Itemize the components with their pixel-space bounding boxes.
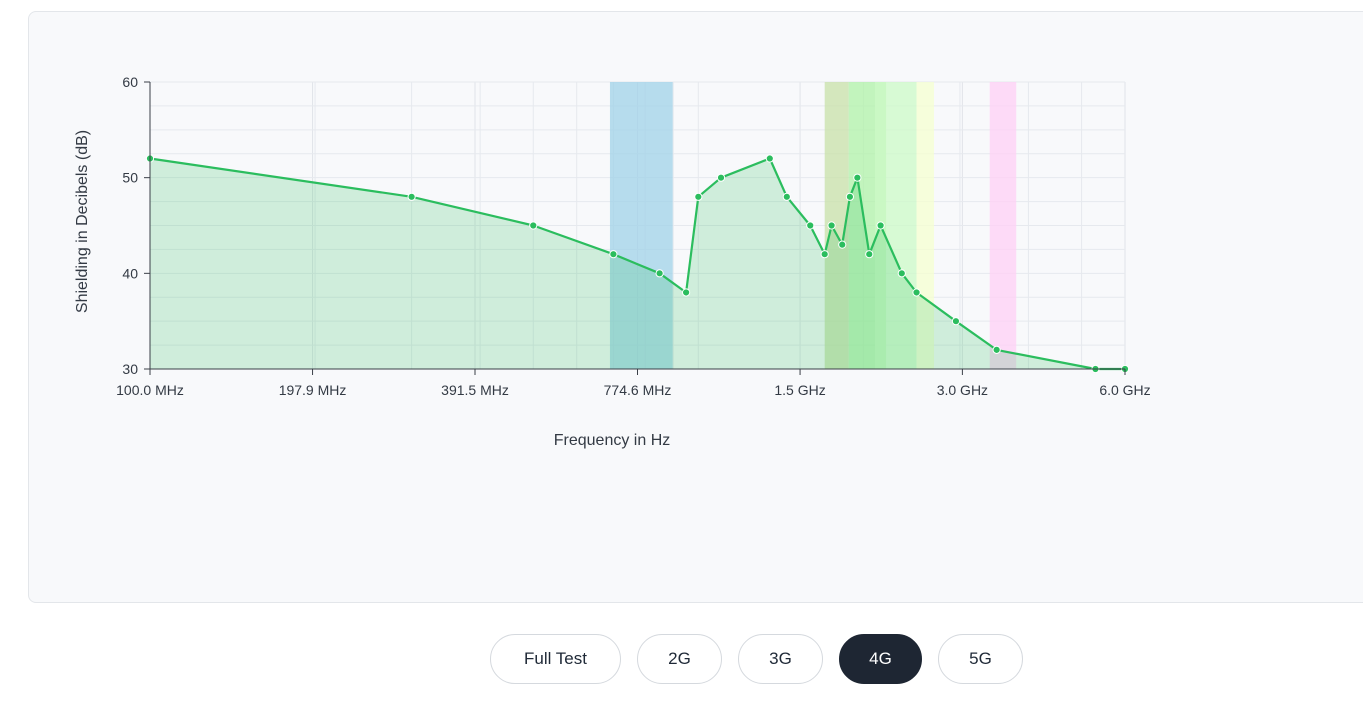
data-point xyxy=(694,192,703,201)
y-axis-title: Shielding in Decibels (dB) xyxy=(74,130,91,313)
x-tick-label: 1.5 GHz xyxy=(774,382,825,398)
data-point xyxy=(820,250,829,259)
frequency-shielding-chart: 30 40 50 60 100.0 MHz 197.9 MHz 391.5 MHz 774.6… xyxy=(74,74,1151,449)
tab-full-test[interactable]: Full Test xyxy=(490,634,621,684)
tab-5g[interactable]: 5G xyxy=(938,634,1023,684)
data-point xyxy=(655,269,664,278)
data-point xyxy=(876,221,885,230)
x-tick-label: 391.5 MHz xyxy=(441,382,509,398)
data-point xyxy=(827,221,836,230)
x-axis-title: Frequency in Hz xyxy=(554,432,671,449)
frequency-band xyxy=(989,82,1017,369)
y-tick-label: 30 xyxy=(122,361,138,377)
data-point xyxy=(865,250,874,259)
data-point xyxy=(716,173,726,182)
data-point xyxy=(609,250,618,259)
data-point xyxy=(529,221,538,230)
data-point xyxy=(951,317,961,326)
x-tick-label: 6.0 GHz xyxy=(1099,382,1150,398)
network-tabs: Full Test 2G 3G 4G 5G xyxy=(0,634,1363,684)
data-point xyxy=(782,192,791,201)
data-point xyxy=(682,288,691,297)
data-point xyxy=(765,154,774,163)
data-point xyxy=(838,240,847,249)
y-tick-label: 40 xyxy=(122,265,138,281)
data-point xyxy=(992,345,1001,354)
x-tick-label: 197.9 MHz xyxy=(279,382,347,398)
x-tick-label: 3.0 GHz xyxy=(937,382,988,398)
data-point xyxy=(407,192,416,201)
tab-2g[interactable]: 2G xyxy=(637,634,722,684)
y-tick-label: 50 xyxy=(122,170,138,186)
data-point xyxy=(897,269,906,278)
x-tick-label: 100.0 MHz xyxy=(116,382,184,398)
data-point xyxy=(845,192,855,201)
data-point xyxy=(806,221,815,230)
chart-card: 30 40 50 60 100.0 MHz 197.9 MHz 391.5 MHz 774.6… xyxy=(28,11,1363,603)
data-point xyxy=(912,288,921,297)
x-tick-label: 774.6 MHz xyxy=(604,382,672,398)
tab-4g[interactable]: 4G xyxy=(839,634,922,684)
tab-3g[interactable]: 3G xyxy=(738,634,823,684)
y-tick-label: 60 xyxy=(122,74,138,90)
data-point xyxy=(853,173,862,182)
